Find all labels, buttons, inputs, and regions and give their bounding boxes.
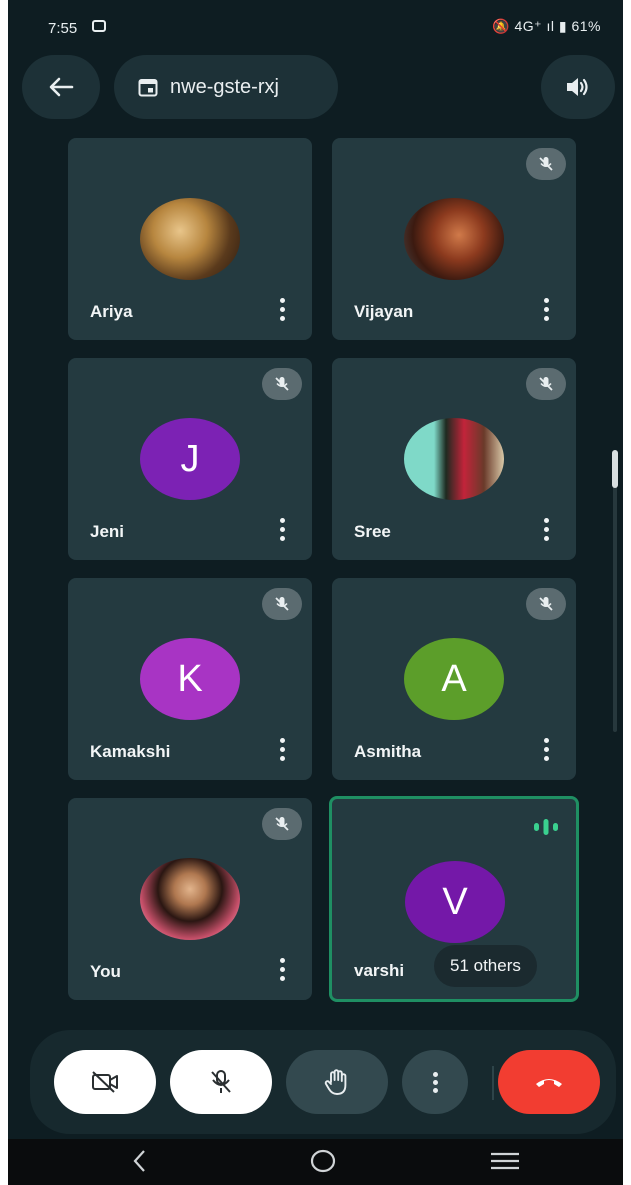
participant-tile[interactable]: Sree (332, 358, 576, 560)
status-time: 7:55 (48, 20, 78, 37)
participant-tile[interactable]: Ariya (68, 138, 312, 340)
status-right: 🔕 4G⁺ ıl ▮ 61% (492, 18, 601, 35)
nav-back-icon[interactable] (130, 1147, 150, 1175)
participant-name: You (90, 962, 121, 981)
more-vert-icon[interactable] (542, 298, 550, 324)
participant-avatar (404, 418, 504, 500)
system-nav-bar (8, 1139, 623, 1185)
mic-off-icon (526, 588, 566, 620)
battery-icon: ▮ (558, 18, 568, 34)
participant-avatar (404, 198, 504, 280)
participant-tile-self[interactable]: You (68, 798, 312, 1000)
participant-tile[interactable]: K Kamakshi (68, 578, 312, 780)
end-call-icon (536, 1079, 562, 1087)
speaker-icon (567, 78, 588, 96)
more-vert-icon[interactable] (542, 738, 550, 764)
participant-name: Asmitha (354, 742, 422, 761)
participant-avatar: V (405, 861, 505, 943)
hand-icon (324, 1069, 347, 1095)
participant-name: varshi (354, 961, 405, 980)
participant-name: Jeni (90, 522, 125, 541)
call-controls (30, 1030, 616, 1134)
participant-name: Kamakshi (90, 742, 171, 761)
meeting-info-button[interactable]: nwe-gste-rxj (114, 55, 338, 119)
participant-name: Vijayan (354, 302, 414, 321)
meeting-code: nwe-gste-rxj (170, 75, 279, 98)
calendar-icon (138, 79, 158, 97)
speaking-indicator-icon (534, 819, 558, 835)
mic-off-icon (262, 808, 302, 840)
mic-off-icon (211, 1070, 231, 1093)
arrow-back-icon (49, 77, 74, 97)
more-vert-icon[interactable] (278, 958, 286, 984)
others-count-button[interactable]: 51 others (434, 945, 537, 987)
participant-tile[interactable]: J Jeni (68, 358, 312, 560)
back-button[interactable] (22, 55, 100, 119)
mute-status-icon: 🔕 (492, 18, 511, 34)
more-vert-icon[interactable] (542, 518, 550, 544)
audio-output-button[interactable] (541, 55, 615, 119)
participant-avatar (140, 198, 240, 280)
participant-tile[interactable]: A Asmitha (332, 578, 576, 780)
mic-off-icon (526, 148, 566, 180)
end-call-button[interactable] (498, 1050, 600, 1114)
more-options-button[interactable] (402, 1050, 468, 1114)
mic-off-icon (526, 368, 566, 400)
scrollbar-thumb[interactable] (612, 450, 618, 488)
more-vert-icon[interactable] (278, 738, 286, 764)
camera-off-icon (92, 1071, 118, 1093)
battery-percent: 61% (571, 18, 601, 34)
status-bar: 7:55 🔕 4G⁺ ıl ▮ 61% (8, 0, 623, 52)
scrollbar[interactable] (612, 450, 618, 732)
participant-avatar (140, 858, 240, 940)
screen-record-icon (92, 20, 106, 32)
raise-hand-button[interactable] (286, 1050, 388, 1114)
participant-avatar: K (140, 638, 240, 720)
participant-avatar: A (404, 638, 504, 720)
more-vert-icon (432, 1071, 438, 1093)
participant-avatar: J (140, 418, 240, 500)
more-vert-icon[interactable] (278, 298, 286, 324)
phone-screen: 7:55 🔕 4G⁺ ıl ▮ 61% nwe-gste-rxj Ariya V… (8, 0, 623, 1185)
nav-recents-icon[interactable] (488, 1147, 522, 1175)
participant-tile[interactable]: Vijayan (332, 138, 576, 340)
mic-off-icon (262, 588, 302, 620)
more-vert-icon[interactable] (278, 518, 286, 544)
mic-toggle-button[interactable] (170, 1050, 272, 1114)
camera-toggle-button[interactable] (54, 1050, 156, 1114)
mic-off-icon (262, 368, 302, 400)
divider (492, 1066, 494, 1100)
participant-tile-speaking[interactable]: V varshi 51 others (329, 796, 579, 1002)
signal-indicator: 4G⁺ ıl (514, 18, 555, 34)
participant-name: Ariya (90, 302, 133, 321)
meeting-header: nwe-gste-rxj (8, 55, 623, 119)
nav-home-icon[interactable] (308, 1147, 338, 1175)
participant-name: Sree (354, 522, 391, 541)
